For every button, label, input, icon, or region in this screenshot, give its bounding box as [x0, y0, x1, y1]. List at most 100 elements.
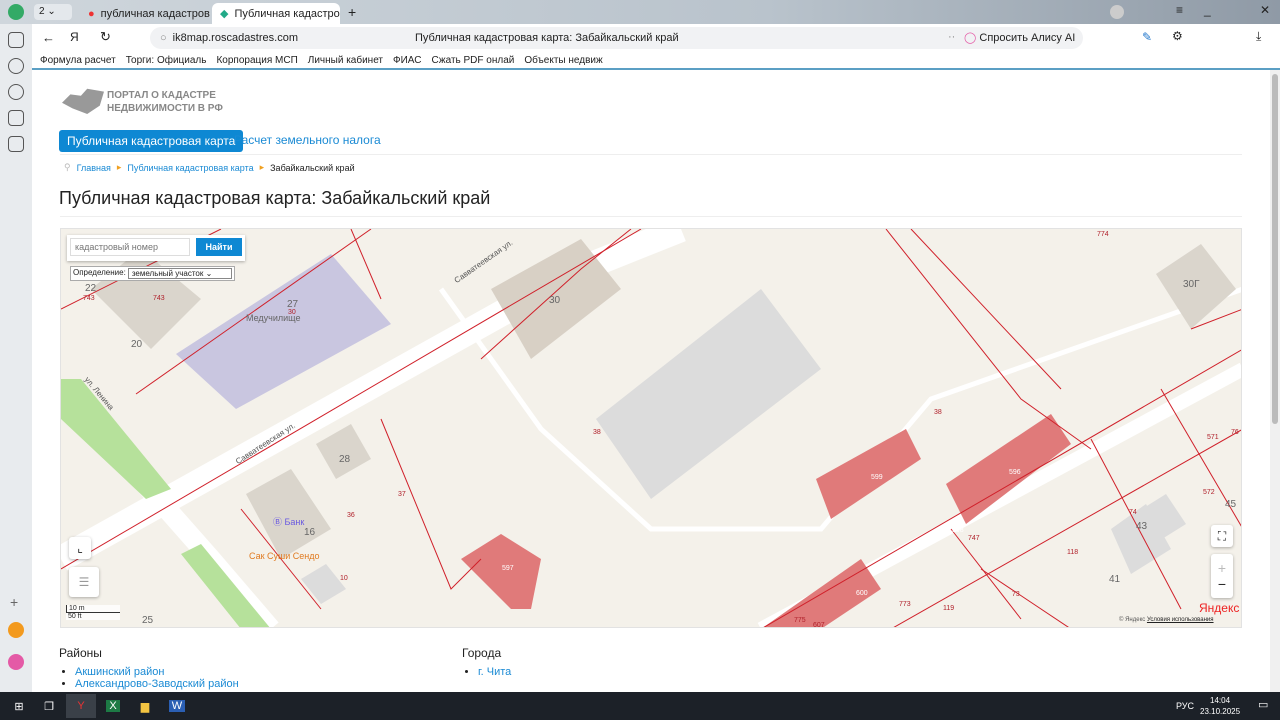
- parcel-label: 119: [943, 605, 955, 612]
- alice-icon[interactable]: [8, 654, 24, 670]
- scrollbar-thumb[interactable]: [1272, 74, 1278, 424]
- pin-icon: ⚲: [64, 162, 71, 172]
- taskbar-yandex-browser[interactable]: Y: [66, 694, 96, 718]
- tab-1[interactable]: ● публичная кадастровая: [80, 3, 210, 24]
- tab-group-button[interactable]: 2 ⌄: [34, 4, 72, 20]
- notifications-icon[interactable]: ▭: [1258, 698, 1268, 711]
- ruler-button[interactable]: ⌞: [69, 537, 91, 559]
- search-panel: Найти: [67, 235, 245, 261]
- bookmark-item[interactable]: Сжать PDF онлай: [431, 55, 514, 66]
- poi-bank[interactable]: Ⓑ Банк: [273, 515, 304, 528]
- parcel-label: 598: [952, 527, 964, 534]
- parcel-label: 76: [1231, 429, 1239, 436]
- ask-alice-button[interactable]: ◯ Спросить Алису AI: [956, 27, 1084, 49]
- back-icon[interactable]: ←: [42, 30, 55, 45]
- breadcrumb-home[interactable]: Главная: [77, 163, 111, 173]
- layers-button[interactable]: ☰: [69, 567, 99, 597]
- fullscreen-button[interactable]: ⛶: [1211, 525, 1233, 547]
- reload-icon[interactable]: ↻: [100, 29, 111, 45]
- yandex-browser-icon: Y: [77, 700, 85, 712]
- excel-icon: X: [106, 700, 120, 712]
- parcel-label: 73: [1012, 591, 1020, 598]
- nav-land-tax[interactable]: Расчет земельного налога: [234, 133, 381, 147]
- app-icon[interactable]: [8, 110, 24, 126]
- taskbar-explorer[interactable]: ▆: [130, 694, 160, 718]
- add-icon[interactable]: +: [10, 594, 18, 610]
- alice-label: Спросить Алису AI: [979, 32, 1076, 44]
- breadcrumb-map[interactable]: Публичная кадастровая карта: [127, 163, 253, 173]
- yandex-home-icon[interactable]: Я: [70, 30, 79, 44]
- menu-icon[interactable]: ≡: [1176, 3, 1183, 17]
- map-attribution: © Яндекс Условия использования: [1119, 617, 1214, 623]
- yandex-logo[interactable]: Яндекс: [1199, 601, 1239, 615]
- taskbar-excel[interactable]: X: [98, 694, 128, 718]
- building-number: 22: [85, 283, 97, 294]
- terms-link[interactable]: Условия использования: [1147, 617, 1214, 623]
- zoom-out-button[interactable]: −: [1218, 576, 1226, 592]
- chevron-icon: ▸: [259, 162, 265, 172]
- district-link[interactable]: Акшинский район: [75, 666, 164, 678]
- cadastral-map[interactable]: 743 743 30 774 38 38 599 596 571 76 572 …: [60, 228, 1242, 628]
- parcel-label: 572: [1203, 489, 1215, 496]
- building-number: 20: [131, 339, 143, 350]
- app-icon[interactable]: [8, 622, 24, 638]
- building-number: 28: [339, 454, 351, 465]
- building-number: 30Г: [1183, 279, 1200, 290]
- parcel-label: 596: [1009, 469, 1021, 476]
- screenshot-icon[interactable]: [8, 136, 24, 152]
- poi-label[interactable]: Сак Суши Сендо: [249, 551, 320, 561]
- parcel-label: 74: [1129, 509, 1137, 516]
- play-icon[interactable]: [8, 84, 24, 100]
- profile-avatar[interactable]: [8, 4, 24, 20]
- parcel-label: 36: [347, 512, 355, 519]
- bookmark-item[interactable]: Корпорация МСП: [216, 55, 297, 66]
- web-page: ПОРТАЛ О КАДАСТРЕ НЕДВИЖИМОСТИ В РФ Публи…: [32, 70, 1270, 692]
- city-link[interactable]: г. Чита: [478, 666, 511, 678]
- bookmark-item[interactable]: Личный кабинет: [308, 55, 383, 66]
- history-icon[interactable]: [8, 58, 24, 74]
- district-link[interactable]: Александрово-Заводский район: [75, 678, 239, 690]
- logo-text: ПОРТАЛ О КАДАСТРЕ НЕДВИЖИМОСТИ В РФ: [107, 89, 223, 115]
- new-tab-button[interactable]: +: [348, 4, 356, 20]
- language-indicator[interactable]: РУС: [1176, 701, 1194, 711]
- page-scrollbar[interactable]: [1270, 70, 1280, 692]
- cities-heading: Города: [462, 646, 502, 660]
- definition-select[interactable]: земельный участок ⌄: [127, 268, 232, 279]
- time: 14:04: [1210, 696, 1231, 705]
- account-icon[interactable]: [1110, 5, 1124, 19]
- bookmark-item[interactable]: ФИАС: [393, 55, 421, 66]
- nav-cadastral-map[interactable]: Публичная кадастровая карта: [59, 130, 244, 152]
- shield-icon: ○: [160, 32, 167, 44]
- taskbar: ⊞ ❐ Y X ▆ W РУС 14:04 23.10.2025 ▭: [0, 692, 1280, 720]
- taskbar-word[interactable]: W: [162, 694, 192, 718]
- poi-label: Банк: [284, 517, 305, 527]
- cadastral-number-input[interactable]: [70, 238, 190, 256]
- clock[interactable]: 14:04 23.10.2025: [1200, 695, 1240, 717]
- word-icon: W: [168, 700, 186, 712]
- close-window-button[interactable]: ✕: [1260, 3, 1270, 17]
- site-logo[interactable]: [62, 88, 104, 114]
- bookmark-item[interactable]: Объекты недвиж: [524, 55, 602, 66]
- download-icon[interactable]: ⤓: [1256, 29, 1261, 44]
- url-field[interactable]: ○ ik8map.roscadastres.com Публичная када…: [150, 27, 982, 49]
- bookmark-item[interactable]: Торги: Официаль: [126, 55, 207, 66]
- zoom-in-button[interactable]: +: [1218, 560, 1226, 576]
- divider: [60, 154, 1242, 155]
- extensions-icon[interactable]: ⚙: [1172, 29, 1183, 43]
- minimize-button[interactable]: _: [1204, 3, 1211, 17]
- scale-bar: 10 m 50 ft: [66, 605, 120, 620]
- task-view-button[interactable]: ❐: [34, 694, 64, 718]
- start-button[interactable]: ⊞: [4, 694, 34, 718]
- bookmark-item[interactable]: Формула расчет: [40, 55, 116, 66]
- collections-icon[interactable]: [8, 32, 24, 48]
- parcel-label: 600: [856, 590, 868, 597]
- divider: [60, 216, 1242, 217]
- logo-line: НЕДВИЖИМОСТИ В РФ: [107, 103, 223, 114]
- find-button[interactable]: Найти: [196, 238, 242, 256]
- chevron-icon: ▸: [116, 162, 122, 172]
- poi-label[interactable]: Медучилище: [246, 313, 300, 323]
- folder-icon: ▆: [140, 700, 150, 713]
- tab-2-active[interactable]: ◆Публичная кадастрова×: [212, 3, 340, 24]
- pen-icon[interactable]: ✎: [1142, 30, 1152, 44]
- scale-feet: 50 ft: [68, 613, 82, 620]
